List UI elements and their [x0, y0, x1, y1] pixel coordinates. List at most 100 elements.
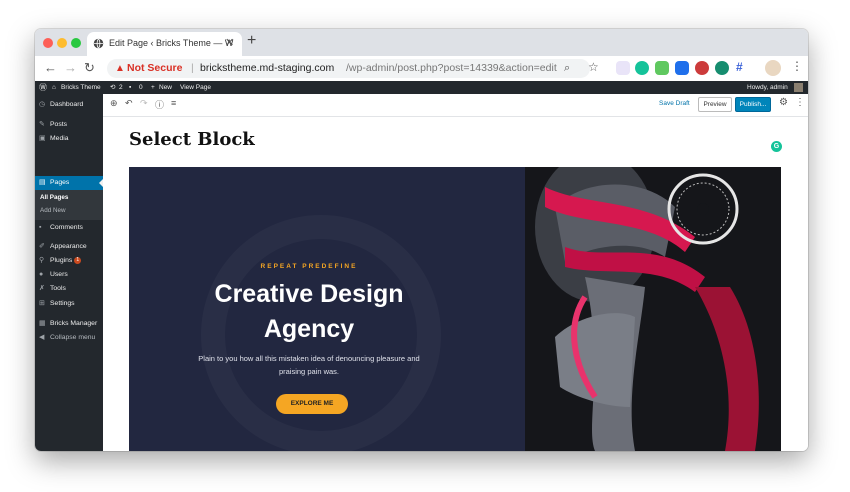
- maximize-window-button[interactable]: [71, 38, 81, 48]
- sidebar-item-label: Appearance: [50, 243, 87, 250]
- pages-submenu: All Pages Add New: [35, 190, 103, 220]
- sidebar-item-label: Comments: [50, 224, 83, 231]
- tab-bar: Edit Page ‹ Bricks Theme — W ✕ +: [35, 29, 808, 56]
- sidebar-item-posts[interactable]: ✎ Posts: [35, 118, 103, 132]
- add-block-icon[interactable]: ⊕: [110, 98, 118, 109]
- sidebar-item-dashboard[interactable]: ◷ Dashboard: [35, 98, 103, 112]
- settings-gear-icon[interactable]: ⚙: [779, 97, 788, 108]
- sidebar-item-users[interactable]: ● Users: [35, 268, 103, 282]
- zoom-icon[interactable]: ⌕: [564, 59, 570, 78]
- browser-tab[interactable]: Edit Page ‹ Bricks Theme — W ✕: [87, 32, 242, 56]
- sidebar-item-label: Dashboard: [50, 101, 84, 108]
- dashboard-icon: ◷: [39, 101, 46, 108]
- sidebar-item-label: Posts: [50, 121, 67, 128]
- submenu-add-new[interactable]: Add New: [40, 207, 66, 214]
- collapse-icon: ◀: [39, 334, 45, 341]
- bookmark-star-icon[interactable]: ☆: [588, 60, 599, 74]
- url-divider: |: [191, 62, 194, 74]
- updates-icon[interactable]: ⟲: [110, 81, 115, 94]
- media-icon: ▣: [39, 135, 46, 142]
- browser-toolbar: ← → ↻ ▲ Not Secure | brickstheme.md-stag…: [35, 56, 808, 82]
- extension-record-icon[interactable]: [695, 61, 709, 75]
- undo-icon[interactable]: ↶: [125, 98, 133, 109]
- sidebar-item-settings[interactable]: ⊞ Settings: [35, 297, 103, 311]
- hero-heading: Creative Design Agency: [214, 280, 404, 343]
- publish-button[interactable]: Publish...: [735, 97, 771, 112]
- plug-icon: ⚲: [39, 257, 45, 264]
- sidebar-item-label: Plugins 1: [50, 254, 82, 268]
- close-tab-icon[interactable]: ✕: [225, 36, 234, 49]
- hero-eyebrow: REPEAT PREDEFINE: [260, 263, 358, 270]
- profile-avatar[interactable]: [765, 60, 781, 76]
- extension-shield-icon[interactable]: [675, 61, 689, 75]
- browser-menu-icon[interactable]: ⋮: [791, 59, 803, 73]
- extension-badge-icon[interactable]: [715, 61, 729, 75]
- admin-avatar[interactable]: [794, 83, 803, 92]
- forward-icon[interactable]: →: [64, 60, 77, 75]
- outline-icon[interactable]: ≡: [171, 98, 176, 108]
- sidebar-collapse-menu[interactable]: ◀ Collapse menu: [35, 331, 103, 345]
- editor-toolbar: ⊕ ↶ ↷ ⓘ ≡ Save Draft Preview Publish... …: [103, 94, 808, 117]
- updates-count[interactable]: 2: [119, 81, 123, 94]
- close-window-button[interactable]: [43, 38, 53, 48]
- settings-icon: ⊞: [39, 300, 45, 307]
- wp-sidebar: ◷ Dashboard ✎ Posts ▣ Media ▤ Pages All …: [35, 94, 103, 451]
- save-draft-button[interactable]: Save Draft: [659, 100, 690, 107]
- globe-icon: [93, 38, 104, 49]
- sidebar-item-tools[interactable]: ✗ Tools: [35, 282, 103, 296]
- sidebar-item-label: Collapse menu: [50, 334, 96, 341]
- sidebar-item-label: Media: [50, 135, 69, 142]
- hero-portrait-image: [525, 167, 781, 451]
- browser-window: Edit Page ‹ Bricks Theme — W ✕ + ← → ↻ ▲…: [35, 29, 808, 451]
- sidebar-item-plugins[interactable]: ⚲ Plugins 1: [35, 254, 103, 268]
- tab-title: Edit Page ‹ Bricks Theme — W: [109, 38, 234, 48]
- redo-icon[interactable]: ↷: [140, 98, 148, 109]
- sidebar-item-label: Tools: [50, 285, 66, 292]
- hero-block[interactable]: REPEAT PREDEFINE Creative Design Agency …: [129, 167, 781, 451]
- hero-description: Plain to you how all this mistaken idea …: [198, 354, 420, 376]
- address-bar[interactable]: ▲ Not Secure | brickstheme.md-staging.co…: [107, 59, 590, 78]
- extension-mighty-icon[interactable]: [616, 61, 630, 75]
- plugins-label: Plugins: [50, 257, 73, 264]
- minimize-window-button[interactable]: [57, 38, 67, 48]
- warning-icon: ▲: [115, 63, 125, 74]
- new-plus-icon[interactable]: +: [151, 81, 155, 94]
- sidebar-item-label: Users: [50, 271, 68, 278]
- home-icon[interactable]: ⌂: [52, 81, 56, 94]
- comments-icon[interactable]: ▪: [129, 81, 131, 94]
- wordpress-logo-icon[interactable]: Ⓦ: [39, 81, 47, 94]
- pin-icon: ✎: [39, 121, 45, 128]
- extension-leaf-icon[interactable]: [655, 61, 669, 75]
- page-title[interactable]: Select Block: [129, 129, 255, 150]
- account-greeting[interactable]: Howdy, admin: [747, 81, 788, 94]
- comments-count[interactable]: 0: [139, 81, 143, 94]
- submenu-all-pages[interactable]: All Pages: [40, 194, 68, 201]
- site-name-link[interactable]: Bricks Theme: [61, 81, 101, 94]
- explore-button[interactable]: EXPLORE ME: [276, 394, 348, 414]
- wp-admin-bar: Ⓦ ⌂ Bricks Theme ⟲ 2 ▪ 0 + New View Page…: [35, 81, 808, 94]
- security-label: Not Secure: [127, 62, 183, 74]
- preview-button[interactable]: Preview: [698, 97, 732, 112]
- sidebar-item-label: Settings: [50, 300, 75, 307]
- sidebar-item-comments[interactable]: ▪ Comments: [35, 221, 103, 235]
- back-icon[interactable]: ←: [44, 60, 57, 75]
- reload-icon[interactable]: ↻: [84, 60, 95, 76]
- new-content-link[interactable]: New: [159, 81, 172, 94]
- pages-icon: ▤: [39, 179, 46, 186]
- grammarly-icon[interactable]: G: [771, 141, 782, 152]
- more-options-icon[interactable]: ⋮: [795, 97, 805, 108]
- sidebar-item-bricks-manager[interactable]: ▦ Bricks Manager: [35, 317, 103, 331]
- info-icon[interactable]: ⓘ: [155, 98, 164, 111]
- editor-canvas: Select Block G REPEAT PREDEFINE Creative…: [103, 117, 808, 451]
- sidebar-item-media[interactable]: ▣ Media: [35, 132, 103, 146]
- wrench-icon: ✗: [39, 285, 45, 292]
- sidebar-item-label: Bricks Manager: [50, 320, 98, 327]
- sidebar-item-appearance[interactable]: ✐ Appearance: [35, 240, 103, 254]
- extension-grammarly-icon[interactable]: [635, 61, 649, 75]
- bricks-icon: ▦: [39, 320, 46, 327]
- new-tab-icon[interactable]: +: [247, 32, 256, 50]
- extension-hash-icon[interactable]: #: [736, 60, 743, 74]
- sidebar-item-pages[interactable]: ▤ Pages: [35, 176, 103, 190]
- url-path: /wp-admin/post.php?post=14339&action=edi…: [346, 62, 557, 74]
- view-page-link[interactable]: View Page: [180, 81, 211, 94]
